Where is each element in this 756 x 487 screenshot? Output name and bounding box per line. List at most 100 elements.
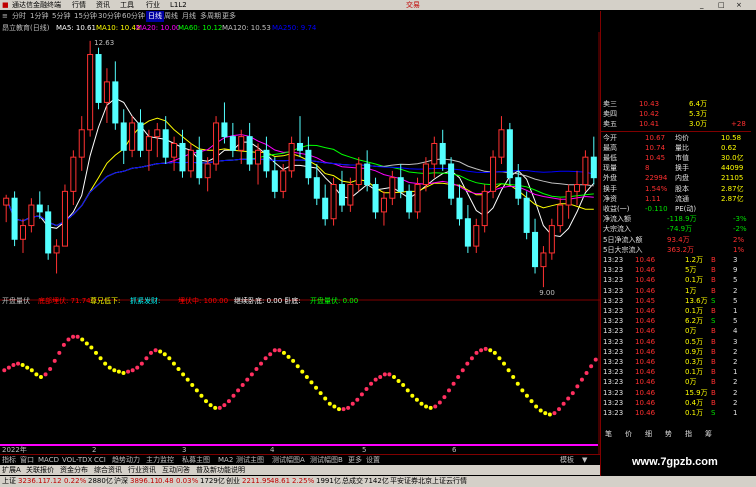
period-tab[interactable]: 周线 [164,11,178,22]
panel-tab[interactable]: 指 [685,429,692,439]
candle-body[interactable] [372,184,379,213]
candle-body[interactable] [137,122,144,151]
maximize-icon[interactable]: □ [718,0,725,10]
candle-body[interactable] [280,170,287,192]
candle-body[interactable] [330,184,337,220]
menu-item[interactable]: 资讯 [96,0,110,10]
minimize-icon[interactable]: _ [700,0,704,10]
extension-tab[interactable]: 资金分布 [60,465,88,475]
candle-body[interactable] [305,149,312,179]
period-tab[interactable]: 1分钟 [30,11,48,22]
candle-body[interactable] [582,156,589,186]
candle-body[interactable] [515,177,522,199]
candle-body[interactable] [255,149,262,165]
candle-body[interactable] [238,136,245,151]
candle-body[interactable] [540,252,547,268]
candle-body[interactable] [456,197,463,220]
menu-item[interactable]: 行情 [72,0,86,10]
candle-body[interactable] [422,163,429,186]
extension-tab[interactable]: 综合资讯 [94,465,122,475]
panel-tab[interactable]: 价 [625,429,632,439]
candle-body[interactable] [196,149,203,179]
panel-tab[interactable]: 细 [645,429,652,439]
period-tab[interactable]: 多周期 [200,11,221,22]
period-tab[interactable]: 月线 [182,11,196,22]
candle-body[interactable] [95,54,102,103]
menu-icon[interactable]: ≡ [2,11,8,22]
candle-body[interactable] [120,122,127,151]
extension-tab[interactable]: 扩展A [2,465,21,475]
period-tab[interactable]: 15分钟 [74,11,97,22]
candle-body[interactable] [296,142,304,151]
candle-body[interactable] [221,122,228,138]
candle-body[interactable] [355,163,362,186]
extension-tab[interactable]: 普及新功能说明 [196,465,245,475]
candle-body[interactable] [464,218,471,247]
period-tab[interactable]: 5分钟 [52,11,70,22]
period-tab[interactable]: 日线 [146,11,164,22]
candle-body[interactable] [129,122,136,151]
candle-body[interactable] [171,142,178,158]
candle-body[interactable] [414,184,421,213]
candle-body[interactable] [204,163,211,179]
candle-body[interactable] [406,190,413,213]
candle-body[interactable] [87,54,94,131]
candle-body[interactable] [590,156,597,179]
panel-tab[interactable]: 筹 [705,429,712,439]
candle-body[interactable] [364,163,371,186]
extension-tab[interactable]: 行业资讯 [128,465,156,475]
trade-button[interactable]: 交易 [406,0,420,10]
candle-body[interactable] [145,136,152,151]
candle-body[interactable] [338,184,345,206]
candle-body[interactable] [532,231,539,268]
candle-body[interactable] [523,197,530,233]
candle-body[interactable] [490,156,497,192]
candle-body[interactable] [548,225,555,254]
candle-body[interactable] [53,245,60,254]
candle-body[interactable] [36,204,43,213]
candle-body[interactable] [322,197,329,220]
candle-body[interactable] [11,197,18,240]
candle-body[interactable] [61,190,68,247]
candle-body[interactable] [448,163,455,199]
candle-body[interactable] [70,156,77,192]
candle-body[interactable] [246,136,253,165]
menu-item[interactable]: 工具 [120,0,134,10]
panel-tab[interactable]: 势 [665,429,672,439]
candle-body[interactable] [573,184,581,192]
candle-body[interactable] [313,177,320,199]
period-tab[interactable]: 60分钟 [122,11,145,22]
candle-body[interactable] [154,129,161,138]
candle-body[interactable] [506,129,513,179]
candle-body[interactable] [179,142,186,172]
candle-body[interactable] [162,129,169,158]
candle-body[interactable] [557,204,564,227]
candle-body[interactable] [347,184,354,206]
extension-tab[interactable]: 关联报价 [26,465,54,475]
candle-body[interactable] [439,142,446,165]
candle-body[interactable] [19,225,27,240]
candle-body[interactable] [473,225,480,247]
menu-item[interactable]: 行业 [146,0,160,10]
candle-body[interactable] [498,129,505,158]
extension-tab[interactable]: 互动问答 [162,465,190,475]
candle-body[interactable] [45,211,52,254]
kline-chart[interactable]: 12.639.002022年 2 3 4 5 6 [0,32,600,454]
period-tab[interactable]: 30分钟 [98,11,121,22]
candle-body[interactable] [481,190,488,227]
close-icon[interactable]: × [736,0,742,10]
candle-body[interactable] [229,136,236,151]
candle-body[interactable] [112,81,119,124]
candle-body[interactable] [380,197,387,213]
candle-body[interactable] [565,190,572,206]
panel-tab[interactable]: 笔 [605,429,612,439]
menu-item[interactable]: L1L2 [170,0,187,10]
candle-body[interactable] [187,149,194,172]
period-tab[interactable]: 分时 [12,11,26,22]
candle-body[interactable] [389,177,396,199]
candle-body[interactable] [397,177,404,192]
candle-body[interactable] [263,149,270,172]
candle-body[interactable] [3,197,10,206]
candle-body[interactable] [28,204,35,227]
candle-body[interactable] [271,170,278,192]
